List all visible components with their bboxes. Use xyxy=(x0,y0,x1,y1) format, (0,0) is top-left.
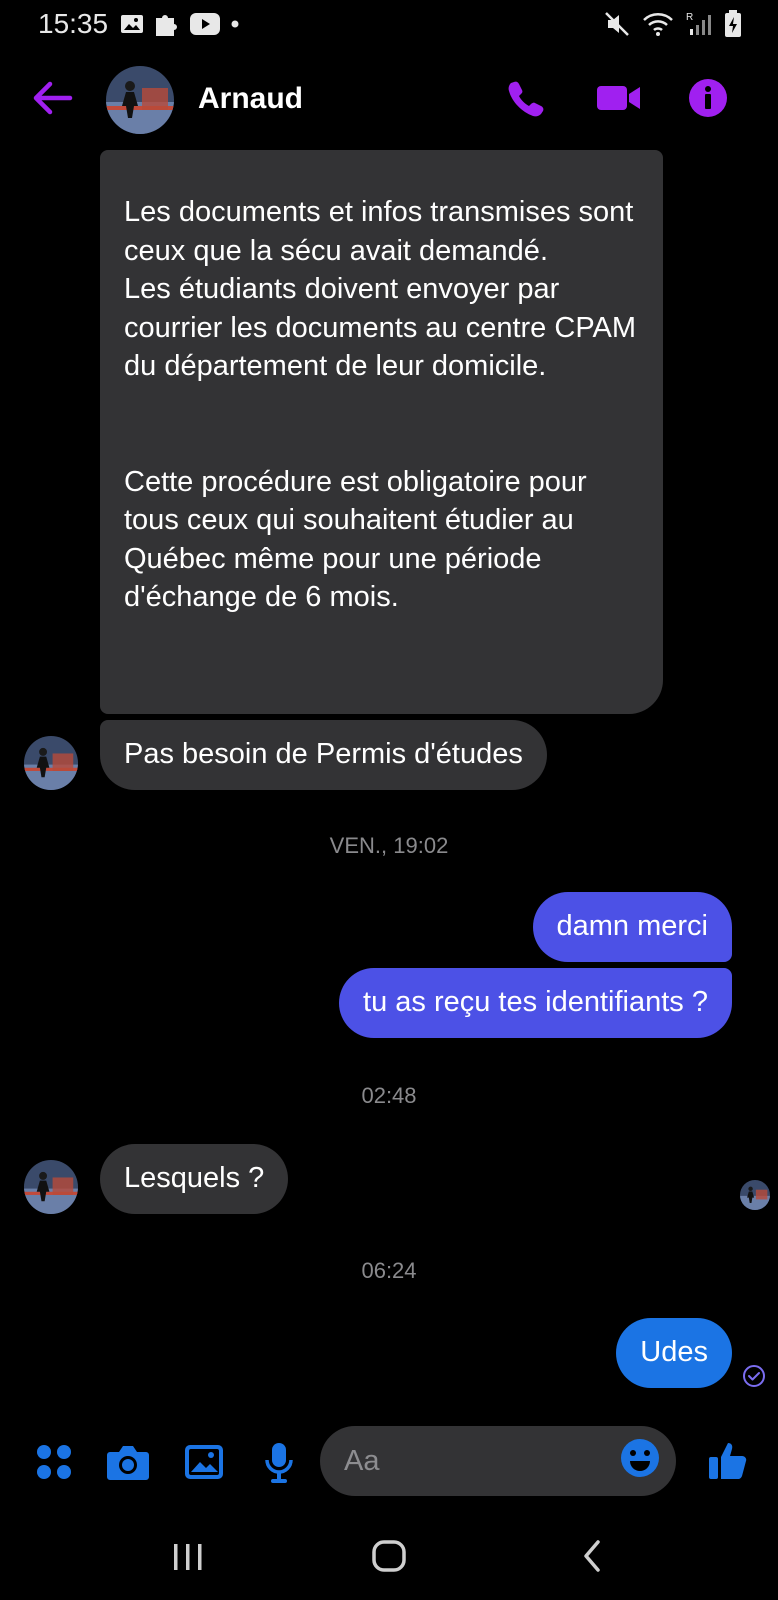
signal-icon: R xyxy=(686,12,711,35)
wifi-icon xyxy=(643,13,673,36)
status-notification-icons xyxy=(120,10,240,38)
system-back-icon[interactable] xyxy=(578,1536,608,1576)
video-call-icon[interactable] xyxy=(595,78,643,118)
incoming-message-bubble[interactable]: Pas besoin de Permis d'études xyxy=(100,720,547,790)
seen-receipt-avatar xyxy=(740,1180,770,1210)
puzzle-notification-icon xyxy=(156,15,177,36)
timestamp-divider: 02:48 xyxy=(361,1083,417,1108)
battery-charging-icon xyxy=(725,10,741,37)
sender-avatar[interactable] xyxy=(24,736,78,790)
avatar-photo xyxy=(106,66,174,134)
outgoing-message-bubble[interactable]: Udes xyxy=(616,1318,732,1388)
contact-name[interactable]: Arnaud xyxy=(198,82,303,116)
delivered-check-icon xyxy=(743,1365,765,1387)
status-system-icons: R xyxy=(604,10,742,38)
contact-avatar[interactable] xyxy=(106,66,174,134)
system-navigation-bar xyxy=(0,1524,778,1600)
info-icon[interactable] xyxy=(688,78,728,118)
timestamp-divider: VEN., 19:02 xyxy=(329,833,449,858)
status-time: 15:35 xyxy=(38,8,109,39)
camera-icon[interactable] xyxy=(106,1442,150,1482)
message-composer xyxy=(0,1424,778,1504)
home-icon[interactable] xyxy=(370,1536,410,1576)
back-arrow-icon[interactable] xyxy=(30,78,74,118)
mute-icon xyxy=(605,12,629,36)
avatar-photo xyxy=(24,736,78,790)
gallery-icon[interactable] xyxy=(184,1442,224,1482)
incoming-message-bubble[interactable]: Lesquels ? xyxy=(100,1144,289,1214)
more-notifications-dot-icon xyxy=(231,20,239,28)
outgoing-message-bubble[interactable]: tu as reçu tes identifiants ? xyxy=(339,968,732,1038)
conversation-header: Arnaud xyxy=(0,58,778,142)
youtube-notification-icon xyxy=(190,13,220,35)
svg-text:R: R xyxy=(686,12,693,23)
incoming-message-bubble[interactable]: Les documents et infos transmises sont c… xyxy=(100,150,663,714)
microphone-icon[interactable] xyxy=(264,1442,294,1484)
avatar-photo xyxy=(24,1160,78,1214)
timestamp-divider: 06:24 xyxy=(361,1258,417,1283)
status-bar: 15:35 R xyxy=(0,0,778,48)
phone-call-icon[interactable] xyxy=(506,78,546,118)
more-actions-grid-icon[interactable] xyxy=(34,1442,74,1482)
image-notification-icon xyxy=(121,15,143,33)
outgoing-message-bubble[interactable]: damn merci xyxy=(532,892,732,962)
emoji-icon[interactable] xyxy=(620,1438,660,1478)
sender-avatar[interactable] xyxy=(24,1160,78,1214)
avatar-photo xyxy=(740,1180,770,1210)
recent-apps-icon[interactable] xyxy=(170,1536,206,1576)
thumbs-up-icon[interactable] xyxy=(708,1440,748,1480)
